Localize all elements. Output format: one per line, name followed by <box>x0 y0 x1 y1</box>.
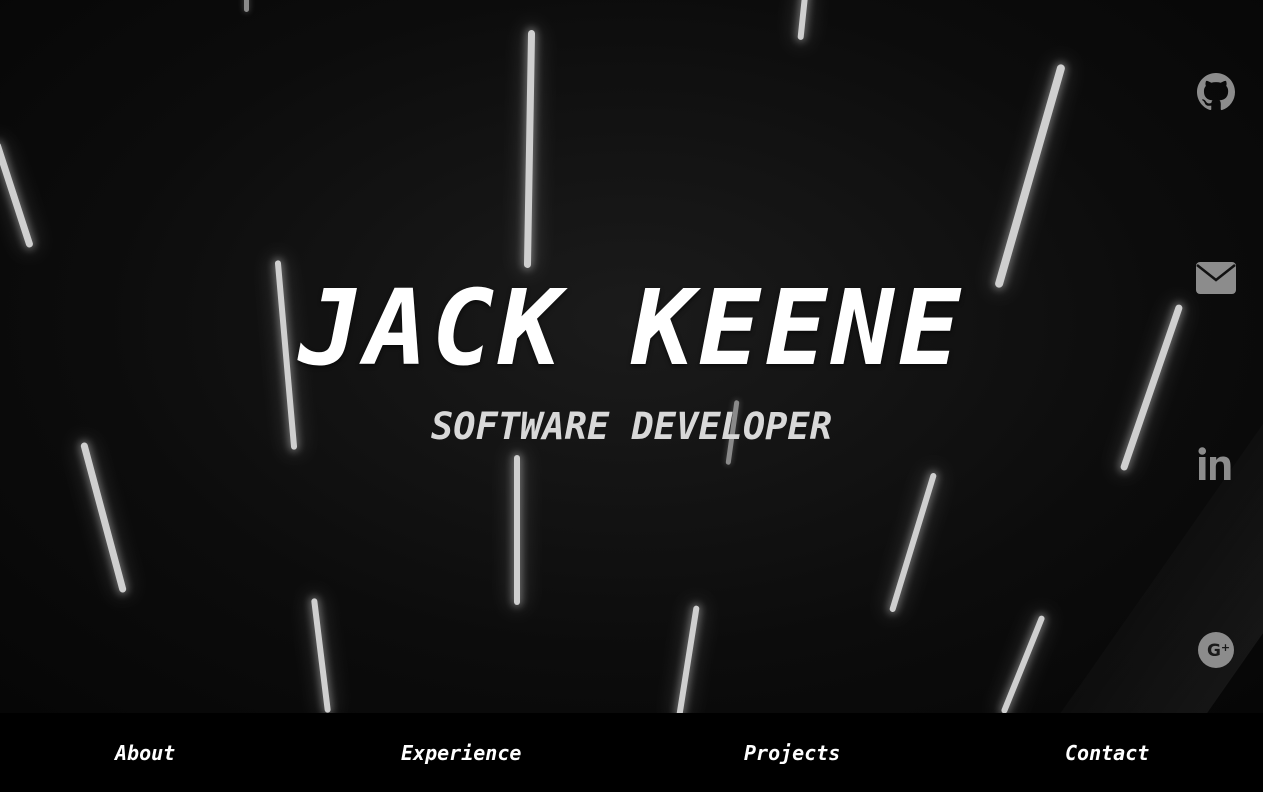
google-plus-link[interactable]: G + <box>1192 626 1240 674</box>
light-streak <box>514 455 520 605</box>
svg-text:G: G <box>1207 641 1221 661</box>
light-streak <box>888 472 938 613</box>
github-link[interactable] <box>1192 68 1240 116</box>
email-link[interactable] <box>1192 254 1240 302</box>
linkedin-icon <box>1198 447 1231 480</box>
envelope-icon <box>1196 262 1236 294</box>
hero-section: JACK KEENE SOFTWARE DEVELOPER G + <box>0 0 1263 713</box>
light-streak <box>994 63 1066 289</box>
light-streak <box>80 441 127 594</box>
hero-title: SOFTWARE DEVELOPER <box>431 405 832 448</box>
linkedin-link[interactable] <box>1192 440 1240 488</box>
nav-link-projects[interactable]: Projects <box>744 741 840 765</box>
light-streak <box>676 605 700 713</box>
github-icon <box>1197 73 1235 111</box>
nav-link-contact[interactable]: Contact <box>1065 741 1149 765</box>
light-streak <box>311 598 331 713</box>
light-streak <box>523 29 536 269</box>
hero-name: JACK KEENE <box>298 267 965 389</box>
google-plus-icon: G + <box>1198 632 1234 668</box>
light-streak <box>1000 614 1046 713</box>
svg-text:+: + <box>1221 641 1230 654</box>
light-streak <box>0 141 34 249</box>
nav-link-experience[interactable]: Experience <box>401 741 521 765</box>
bottom-navigation: About Experience Projects Contact <box>0 713 1263 792</box>
light-streak <box>797 0 809 41</box>
nav-link-about[interactable]: About <box>115 741 175 765</box>
light-streak <box>244 0 249 12</box>
